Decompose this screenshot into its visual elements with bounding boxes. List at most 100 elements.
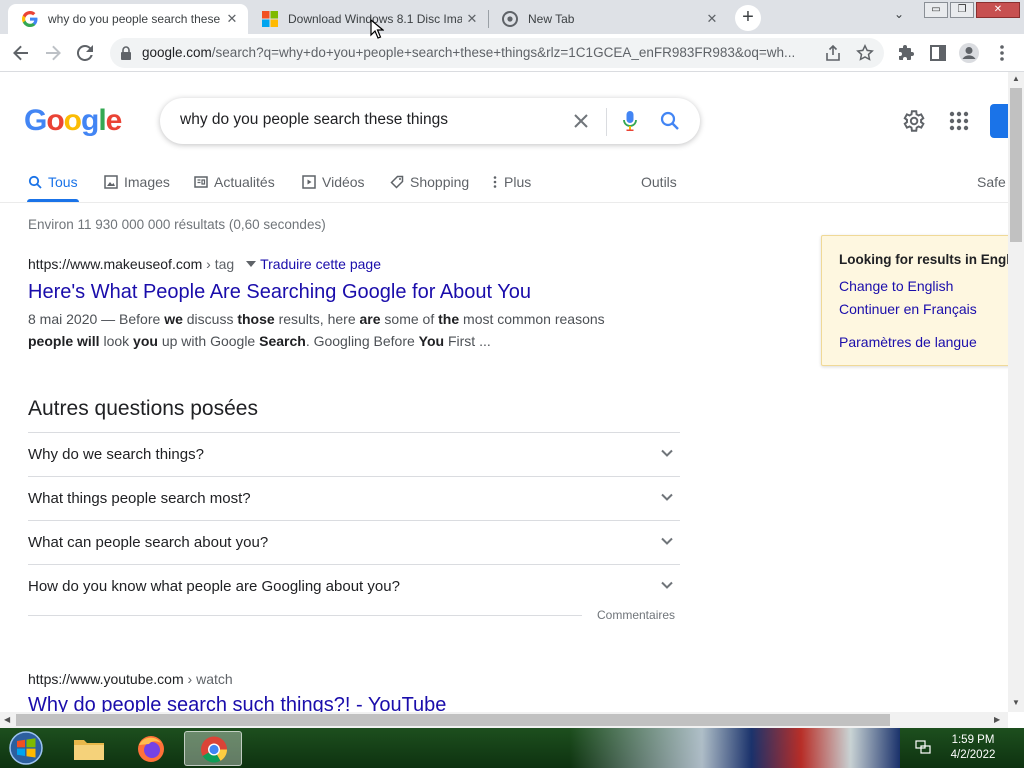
vertical-scroll-thumb[interactable] <box>1010 88 1022 242</box>
result-title-link[interactable]: Why do people search such things?! - You… <box>28 694 446 712</box>
tab-all[interactable]: Tous <box>28 172 78 192</box>
tab-label: Actualités <box>214 174 275 190</box>
horizontal-scroll-thumb[interactable] <box>16 714 890 726</box>
search-input[interactable]: why do you people search these things <box>180 111 448 129</box>
star-icon[interactable] <box>856 44 874 62</box>
menu-icon[interactable] <box>994 43 1010 63</box>
logo-letter: G <box>24 104 47 137</box>
clock-time: 1:59 PM <box>951 734 995 746</box>
paa-question[interactable]: What can people search about you? <box>28 520 680 564</box>
windows-explorer-icon <box>74 740 104 760</box>
paa-question-text: Why do we search things? <box>28 446 204 463</box>
news-icon <box>194 176 208 188</box>
forward-icon[interactable] <box>40 40 66 66</box>
sidebar-icon[interactable] <box>928 43 948 63</box>
tab-tools[interactable]: Outils <box>641 172 677 192</box>
tab-label: Images <box>124 174 170 190</box>
voice-search-icon[interactable] <box>622 110 638 132</box>
header-divider <box>0 202 1008 203</box>
url-path: /search?q=why+do+you+people+search+these… <box>211 45 796 60</box>
paa-question[interactable]: Why do we search things? <box>28 432 680 476</box>
close-tab-icon[interactable]: ✕ <box>702 11 722 27</box>
profile-icon[interactable] <box>958 42 980 64</box>
browser-tab-google-search[interactable]: why do you people search these t ✕ <box>8 4 248 34</box>
paa-question[interactable]: What things people search most? <box>28 476 680 520</box>
tab-safesearch[interactable]: Safe <box>977 172 1006 192</box>
chevron-down-icon <box>661 493 673 501</box>
change-to-english-link[interactable]: Change to English <box>839 278 953 294</box>
browser-tab-new-tab[interactable]: New Tab ✕ <box>488 4 728 34</box>
tab-label: Outils <box>641 174 677 190</box>
share-icon[interactable] <box>824 44 842 62</box>
tab-search-icon[interactable]: ⌄ <box>888 7 910 27</box>
continue-in-french-link[interactable]: Continuer en Français <box>839 301 977 317</box>
taskbar-chrome-button[interactable] <box>184 731 242 766</box>
reload-icon[interactable] <box>72 40 98 66</box>
tab-shopping[interactable]: Shopping <box>390 172 469 192</box>
desktop-wallpaper-strip <box>570 728 900 768</box>
network-icon[interactable] <box>915 739 931 755</box>
system-clock[interactable]: 1:59 PM 4/2/2022 <box>940 733 1006 763</box>
result-title-link[interactable]: Here's What People Are Searching Google … <box>28 281 531 304</box>
vertical-scrollbar[interactable]: ▲ ▼ <box>1008 72 1024 712</box>
extensions-icon[interactable] <box>896 43 916 63</box>
restore-window-button[interactable]: ❐ <box>950 2 974 18</box>
scroll-down-icon[interactable]: ▼ <box>1012 698 1020 707</box>
result-site[interactable]: https://www.makeuseof.com <box>28 256 202 272</box>
tab-label: Plus <box>504 174 532 190</box>
tab-label: Vidéos <box>322 174 365 190</box>
address-bar[interactable]: google.com/search?q=why+do+you+people+se… <box>110 38 884 68</box>
snippet-text: 8 mai 2020 — Before <box>28 311 165 327</box>
google-favicon-icon <box>22 11 38 27</box>
taskbar-firefox-button[interactable] <box>122 731 180 766</box>
minimize-window-button[interactable]: ▭ <box>924 2 948 18</box>
caret-down-icon[interactable] <box>246 261 257 267</box>
url-text[interactable]: google.com/search?q=why+do+you+people+se… <box>142 45 822 60</box>
language-settings-link[interactable]: Paramètres de langue <box>839 334 977 350</box>
tab-more[interactable]: Plus <box>492 172 531 192</box>
language-suggestion-box: Looking for results in English? Change t… <box>821 235 1008 366</box>
close-tab-icon[interactable]: ✕ <box>462 11 482 27</box>
feedback-link[interactable]: Commentaires <box>597 608 675 622</box>
url-host: google.com <box>142 45 212 60</box>
tab-images[interactable]: Images <box>104 172 170 192</box>
scroll-right-icon[interactable]: ▶ <box>994 715 1000 724</box>
translate-link[interactable]: Traduire cette page <box>260 256 381 272</box>
microsoft-favicon-icon <box>262 11 278 27</box>
taskbar-explorer-button[interactable] <box>60 731 118 766</box>
tab-news[interactable]: Actualités <box>194 172 275 192</box>
snippet-text: . Googling Before <box>305 333 419 349</box>
logo-letter: e <box>105 104 123 137</box>
clear-search-icon[interactable] <box>568 108 594 134</box>
paa-question[interactable]: How do you know what people are Googling… <box>28 564 680 608</box>
start-button-icon[interactable] <box>6 730 46 766</box>
browser-toolbar: google.com/search?q=why+do+you+people+se… <box>0 34 1024 72</box>
snippet-text: most common reasons <box>459 311 605 327</box>
search-icon <box>28 175 42 189</box>
scroll-left-icon[interactable]: ◀ <box>4 715 10 724</box>
sign-in-button[interactable] <box>990 104 1008 138</box>
chrome-icon <box>201 736 228 763</box>
gear-icon[interactable] <box>900 108 926 134</box>
chevron-down-icon <box>661 537 673 545</box>
snippet-bold-term: the <box>438 311 460 327</box>
snippet-line: 8 mai 2020 — Before we discuss those res… <box>28 308 648 330</box>
result-path: › tag <box>202 256 235 272</box>
snippet-text: look <box>99 333 134 349</box>
close-window-button[interactable]: ✕ <box>976 2 1020 18</box>
horizontal-scrollbar[interactable]: ◀ ▶ <box>0 712 1008 728</box>
new-tab-button[interactable]: + <box>735 5 761 31</box>
apps-grid-icon[interactable] <box>948 110 970 132</box>
close-tab-icon[interactable]: ✕ <box>222 11 242 27</box>
search-icon[interactable] <box>660 111 680 131</box>
logo-letter: o <box>63 104 82 137</box>
scroll-up-icon[interactable]: ▲ <box>1012 74 1020 83</box>
tab-title: why do you people search these t <box>48 12 222 26</box>
lock-icon[interactable] <box>120 46 132 60</box>
tab-videos[interactable]: Vidéos <box>302 172 365 192</box>
browser-tab-windows-download[interactable]: Download Windows 8.1 Disc Ima ✕ <box>248 4 488 34</box>
result-site[interactable]: https://www.youtube.com <box>28 671 184 687</box>
google-logo[interactable]: Google <box>24 104 123 138</box>
chrome-favicon-icon <box>502 11 518 27</box>
back-icon[interactable] <box>8 40 34 66</box>
